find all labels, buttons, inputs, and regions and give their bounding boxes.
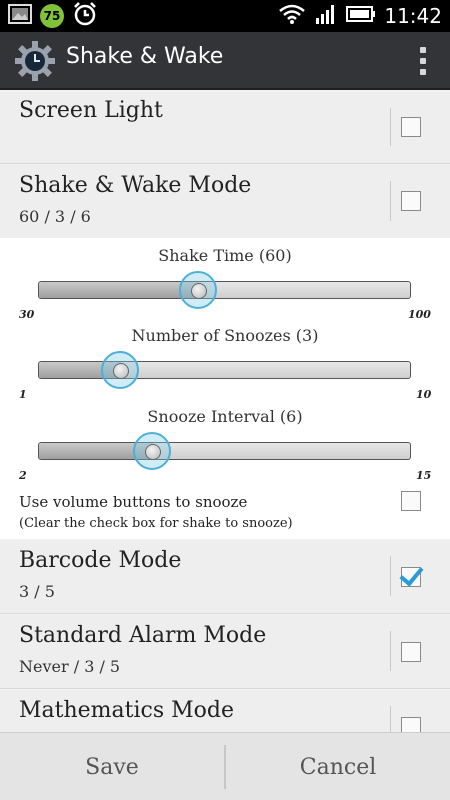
signal-strength-icon: [314, 3, 338, 29]
status-bar: 75 11:42: [0, 0, 450, 32]
barcode-mode-subtitle: 3 / 5: [19, 582, 55, 601]
row-divider: [390, 108, 391, 146]
shake-time-min: 30: [19, 308, 35, 321]
snooze-interval-label: Snooze Interval (6): [147, 407, 303, 426]
screen-light-row[interactable]: Screen Light: [0, 92, 450, 164]
app-gear-clock-icon: [14, 40, 56, 82]
barcode-mode-row[interactable]: Barcode Mode 3 / 5: [0, 540, 450, 614]
status-bar-system: 11:42: [278, 4, 442, 28]
shake-wake-mode-subtitle: 60 / 3 / 6: [19, 207, 91, 226]
shake-time-thumb[interactable]: [179, 271, 217, 309]
snoozes-max: 10: [416, 388, 432, 401]
snooze-interval-track[interactable]: [38, 442, 411, 460]
gallery-notification-icon: [8, 3, 32, 29]
snooze-interval-max: 15: [416, 469, 432, 482]
app-title: Shake & Wake: [66, 44, 224, 69]
snoozes-min: 1: [19, 388, 27, 401]
cancel-button[interactable]: Cancel: [226, 733, 450, 800]
status-bar-notifications: 75: [8, 1, 98, 31]
snooze-interval-thumb[interactable]: [133, 432, 171, 470]
standard-alarm-mode-title: Standard Alarm Mode: [19, 623, 267, 648]
mathematics-mode-title: Mathematics Mode: [19, 698, 235, 723]
shake-time-max: 100: [408, 308, 431, 321]
shake-wake-mode-row[interactable]: Shake & Wake Mode 60 / 3 / 6: [0, 165, 450, 238]
shake-wake-mode-title: Shake & Wake Mode: [19, 173, 252, 198]
screen-light-checkbox[interactable]: [401, 117, 421, 137]
snoozes-track[interactable]: [38, 361, 411, 379]
settings-list: Screen Light Shake & Wake Mode 60 / 3 / …: [0, 92, 450, 732]
snoozes-label: Number of Snoozes (3): [131, 326, 319, 345]
action-bar: Shake & Wake: [0, 32, 450, 90]
snoozes-thumb[interactable]: [101, 351, 139, 389]
volume-snooze-sublabel: (Clear the check box for shake to snooze…: [19, 516, 293, 531]
mathematics-mode-checkbox[interactable]: [401, 717, 421, 732]
snooze-interval-min: 2: [19, 469, 27, 482]
clock-time: 11:42: [384, 4, 442, 28]
shake-time-fill: [39, 282, 199, 298]
mathematics-mode-row[interactable]: Mathematics Mode: [0, 690, 450, 732]
battery-level-badge-icon: 75: [40, 4, 64, 28]
barcode-mode-checkbox[interactable]: [401, 567, 421, 587]
dialog-button-bar: Save Cancel: [0, 732, 450, 800]
shake-time-label: Shake Time (60): [158, 246, 292, 265]
save-button[interactable]: Save: [0, 733, 224, 800]
shake-time-track[interactable]: [38, 281, 411, 299]
wifi-icon: [278, 3, 306, 29]
alarm-clock-icon: [72, 1, 98, 31]
battery-icon: [346, 5, 376, 27]
standard-alarm-mode-checkbox[interactable]: [401, 642, 421, 662]
standard-alarm-mode-row[interactable]: Standard Alarm Mode Never / 3 / 5: [0, 615, 450, 689]
volume-snooze-checkbox[interactable]: [401, 491, 421, 511]
row-divider: [390, 181, 391, 221]
row-divider: [390, 631, 391, 671]
row-divider: [390, 706, 391, 732]
row-divider: [390, 556, 391, 596]
overflow-menu-icon[interactable]: [418, 47, 428, 75]
barcode-mode-title: Barcode Mode: [19, 548, 182, 573]
screen-light-title: Screen Light: [19, 98, 163, 123]
shake-wake-mode-checkbox[interactable]: [401, 191, 421, 211]
volume-snooze-label: Use volume buttons to snooze: [19, 493, 248, 511]
standard-alarm-mode-subtitle: Never / 3 / 5: [19, 657, 121, 676]
shake-wake-options-panel: Shake Time (60) 30 100 Number of Snoozes…: [0, 238, 450, 539]
